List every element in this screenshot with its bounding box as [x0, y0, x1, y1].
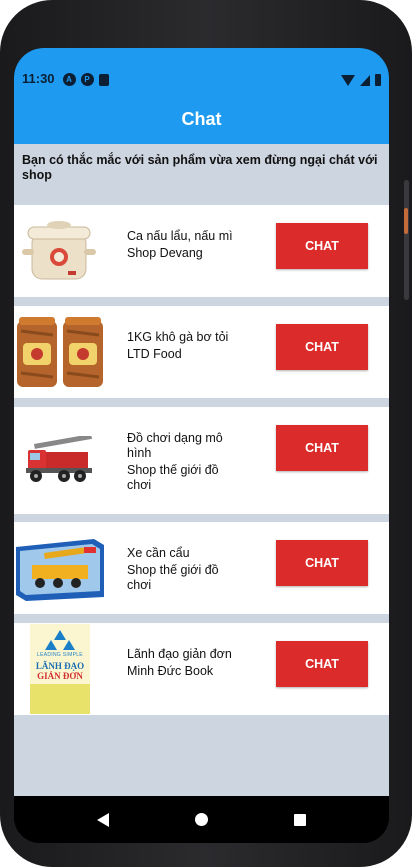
product-image-firetruck[interactable] [14, 407, 106, 514]
product-image-crane[interactable] [14, 522, 106, 614]
status-icons-left: A P [62, 73, 109, 86]
product-name: Ca nấu lẩu, nấu mì [127, 229, 233, 243]
shop-name: Shop thế giới đồ chơi [127, 563, 219, 592]
product-name: Đồ chơi dạng mô hình [127, 431, 223, 460]
phone-frame: 11:30 A P Chat Bạn có thắc mắc với sản p… [0, 0, 412, 867]
phone-side-edge [404, 180, 409, 300]
screen: 11:30 A P Chat Bạn có thắc mắc với sản p… [14, 48, 389, 843]
sd-card-icon [98, 73, 109, 86]
phone-side-button [404, 208, 408, 234]
chat-button[interactable]: CHAT [276, 641, 368, 687]
triangles-logo-icon [45, 630, 75, 650]
list-item[interactable]: Xe cần cẩu Shop thế giới đồ chơi CHAT [14, 522, 389, 614]
notice-text: Bạn có thắc mắc với sản phẩm vừa xem đừn… [22, 153, 378, 182]
book-cover: LEADING SIMPLE LÃNH ĐẠO GIẢN ĐƠN [30, 624, 90, 714]
item-info: Ca nấu lẩu, nấu mì Shop Devang [127, 229, 237, 261]
recents-icon[interactable] [294, 813, 306, 826]
book-bottom-band [30, 684, 90, 714]
home-icon[interactable] [195, 813, 208, 826]
book-title-line1: LÃNH ĐẠO [35, 661, 85, 671]
chat-list-content[interactable]: Bạn có thắc mắc với sản phẩm vừa xem đừn… [14, 144, 389, 796]
signal-icon [360, 74, 370, 86]
chat-button[interactable]: CHAT [276, 425, 368, 471]
chat-button[interactable]: CHAT [276, 540, 368, 586]
product-image-pot[interactable] [14, 205, 106, 297]
book-small-text: LEADING SIMPLE [37, 652, 83, 658]
product-name: Lãnh đạo giản đơn [127, 647, 232, 661]
back-icon[interactable] [97, 812, 109, 827]
shop-name: Minh Đức Book [127, 664, 214, 678]
status-time: 11:30 [22, 71, 55, 86]
list-item[interactable]: LEADING SIMPLE LÃNH ĐẠO GIẢN ĐƠN Lãnh đạ… [14, 623, 389, 715]
p-circle-icon: P [80, 73, 94, 86]
item-info: 1KG khô gà bơ tỏi LTD Food [127, 330, 237, 362]
product-name: 1KG khô gà bơ tỏi [127, 330, 229, 344]
wifi-icon [341, 74, 355, 86]
list-item[interactable]: Đồ chơi dạng mô hình Shop thế giới đồ ch… [14, 407, 389, 514]
shop-name: Shop thế giới đồ chơi [127, 463, 219, 492]
item-info: Lãnh đạo giản đơn Minh Đức Book [127, 647, 237, 679]
product-image-chicken[interactable] [14, 306, 106, 398]
chat-button[interactable]: CHAT [276, 223, 368, 269]
item-info: Đồ chơi dạng mô hình Shop thế giới đồ ch… [127, 431, 237, 493]
battery-icon [375, 74, 381, 86]
shop-name: LTD Food [127, 347, 182, 361]
item-info: Xe cần cẩu Shop thế giới đồ chơi [127, 546, 237, 593]
list-item[interactable]: Ca nấu lẩu, nấu mì Shop Devang CHAT [14, 205, 389, 297]
a-circle-icon: A [62, 73, 76, 86]
chat-button[interactable]: CHAT [276, 324, 368, 370]
page-title: Chat [181, 108, 222, 129]
status-bar: 11:30 A P [14, 48, 389, 94]
product-image-book[interactable]: LEADING SIMPLE LÃNH ĐẠO GIẢN ĐƠN [14, 623, 106, 715]
status-icons-right [341, 74, 381, 86]
list-item[interactable]: 1KG khô gà bơ tỏi LTD Food CHAT [14, 306, 389, 398]
product-name: Xe cần cẩu [127, 546, 190, 560]
app-bar: Chat [14, 94, 389, 144]
shop-name: Shop Devang [127, 246, 203, 260]
system-nav-bar [14, 796, 389, 843]
book-title-line2: GIẢN ĐƠN [37, 671, 83, 681]
